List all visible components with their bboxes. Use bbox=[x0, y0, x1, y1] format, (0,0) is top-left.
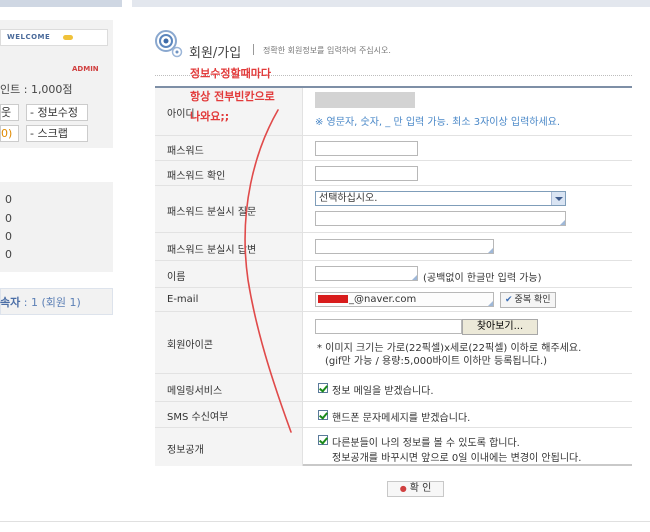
resize-corner-icon bbox=[488, 248, 493, 253]
edit-profile-button[interactable]: - 정보수정 bbox=[26, 104, 88, 121]
name-label: 이름 bbox=[167, 272, 186, 283]
public-info-text-2: 정보공개를 바꾸시면 앞으로 0일 이내에는 변경이 안됩니다. bbox=[332, 453, 582, 464]
welcome-text: WELCOME bbox=[7, 33, 51, 41]
annotation-line-2: 항상 전부빈칸으로 bbox=[190, 90, 275, 103]
stats-box bbox=[0, 182, 113, 272]
row-password-answer: 패스워드 분실시 답변 bbox=[155, 233, 632, 261]
resize-corner-icon bbox=[412, 275, 417, 280]
label-cell: 패스워드 분실시 답변 bbox=[155, 233, 303, 260]
points-text: 인트 : 1,000점 bbox=[0, 83, 73, 96]
public-info-label: 정보공개 bbox=[167, 445, 204, 456]
mailing-checkbox[interactable] bbox=[318, 383, 328, 393]
user-id-hint: ※ 영문자, 숫자, _ 만 입력 가능. 최소 3자이상 입력하세요. bbox=[315, 117, 561, 128]
page-title: 회원/가입 bbox=[189, 46, 242, 61]
password-confirm-label: 패스워드 확인 bbox=[167, 171, 226, 182]
member-icon-label: 회원아이콘 bbox=[167, 340, 213, 351]
title-divider bbox=[253, 44, 254, 55]
annotation-line-3: 나와요;; bbox=[190, 110, 230, 123]
password-question-select[interactable]: 선택하십시오. bbox=[315, 191, 566, 206]
confirm-button[interactable]: ● 확 인 bbox=[387, 481, 444, 497]
password-question-label: 패스워드 분실시 질문 bbox=[167, 207, 257, 218]
password-input[interactable] bbox=[315, 141, 418, 156]
member-icon-file-input[interactable] bbox=[315, 319, 462, 334]
row-password-question: 패스워드 분실시 질문 선택하십시오. bbox=[155, 186, 632, 233]
top-bar-left bbox=[0, 0, 122, 7]
mailing-label: 메일링서비스 bbox=[167, 386, 223, 397]
mailing-text: 정보 메일을 받겠습니다. bbox=[332, 386, 434, 397]
label-cell: 정보공개 bbox=[155, 428, 303, 466]
target-logo-icon bbox=[155, 30, 183, 58]
welcome-pill-icon bbox=[63, 35, 73, 40]
visitor-count: 속자 : 1 (회원 1) bbox=[0, 294, 81, 310]
stat-count: 0 bbox=[5, 230, 12, 243]
label-cell: 메일링서비스 bbox=[155, 374, 303, 401]
row-password: 패스워드 bbox=[155, 136, 632, 161]
footer-divider bbox=[0, 521, 650, 522]
email-value: _@naver.com bbox=[349, 294, 417, 305]
signup-form: 아이디 ※ 영문자, 숫자, _ 만 입력 가능. 최소 3자이상 입력하세요.… bbox=[155, 86, 632, 466]
sms-checkbox[interactable] bbox=[318, 410, 328, 420]
visitor-label: 속자 bbox=[0, 296, 21, 309]
name-input[interactable] bbox=[315, 266, 418, 281]
label-cell: 패스워드 확인 bbox=[155, 161, 303, 185]
row-mailing: 메일링서비스 정보 메일을 받겠습니다. bbox=[155, 374, 632, 402]
edit-profile-label: 정보수정 bbox=[37, 106, 78, 119]
welcome-banner: WELCOME bbox=[0, 29, 108, 46]
public-info-checkbox[interactable] bbox=[318, 435, 328, 445]
bullet-icon: ● bbox=[399, 484, 407, 493]
browse-button[interactable]: 찾아보기... bbox=[462, 319, 538, 335]
row-public-info: 정보공개 다른분들이 나의 정보를 볼 수 있도록 합니다. 정보공개를 바꾸시… bbox=[155, 428, 632, 466]
sms-label: SMS 수신여부 bbox=[167, 412, 229, 423]
public-info-text-1: 다른분들이 나의 정보를 볼 수 있도록 합니다. bbox=[332, 438, 520, 449]
check-icon: ✔ bbox=[505, 295, 513, 305]
label-cell: SMS 수신여부 bbox=[155, 402, 303, 427]
label-cell: 이름 bbox=[155, 261, 303, 287]
sidebar-button-3[interactable]: 0) bbox=[0, 125, 19, 142]
password-question-value: 선택하십시오. bbox=[319, 193, 378, 204]
stat-count: 0 bbox=[5, 212, 12, 225]
name-note: (공백없이 한글만 입력 가능) bbox=[423, 273, 542, 284]
top-bar-right bbox=[132, 0, 650, 7]
user-id-field[interactable] bbox=[315, 92, 416, 108]
scrap-label: 스크랩 bbox=[37, 127, 68, 140]
label-cell: 패스워드 bbox=[155, 136, 303, 160]
password-confirm-input[interactable] bbox=[315, 166, 418, 181]
resize-corner-icon bbox=[488, 301, 493, 306]
label-cell: E-mail bbox=[155, 288, 303, 311]
page-subtitle: 정확한 회원정보를 입력하여 주십시오. bbox=[263, 46, 391, 55]
sidebar-button-1[interactable]: 웃 bbox=[0, 104, 19, 121]
label-cell: 패스워드 분실시 질문 bbox=[155, 186, 303, 232]
redacted-id bbox=[315, 92, 415, 108]
password-label: 패스워드 bbox=[167, 146, 204, 157]
admin-badge[interactable]: ADMIN bbox=[72, 65, 99, 73]
chevron-down-icon[interactable] bbox=[551, 192, 565, 205]
row-password-confirm: 패스워드 확인 bbox=[155, 161, 632, 186]
row-sms: SMS 수신여부 핸드폰 문자메세지를 받겠습니다. bbox=[155, 402, 632, 428]
duplicate-check-label: 중복 확인 bbox=[514, 295, 551, 305]
email-input[interactable]: _@naver.com bbox=[315, 292, 494, 307]
password-answer-input[interactable] bbox=[315, 239, 494, 254]
visitor-value: : 1 (회원 1) bbox=[20, 296, 81, 309]
scrap-button[interactable]: - 스크랩 bbox=[26, 125, 88, 142]
stat-count: 0 bbox=[5, 193, 12, 206]
row-email: E-mail _@naver.com ✔ 중복 확인 bbox=[155, 288, 632, 312]
sms-text: 핸드폰 문자메세지를 받겠습니다. bbox=[332, 413, 471, 424]
row-name: 이름 (공백없이 한글만 입력 가능) bbox=[155, 261, 632, 288]
member-icon-note-2: (gif만 가능 / 용량:5,000바이트 이하만 등록됩니다.) bbox=[325, 356, 548, 367]
label-cell: 회원아이콘 bbox=[155, 312, 303, 373]
row-member-icon: 회원아이콘 찾아보기... * 이미지 크기는 가로(22픽셀)x세로(22픽셀… bbox=[155, 312, 632, 374]
annotation-line-1: 정보수정할때마다 bbox=[190, 67, 271, 80]
password-answer-label: 패스워드 분실시 답변 bbox=[167, 245, 257, 256]
confirm-label: 확 인 bbox=[409, 483, 432, 494]
password-question-custom-input[interactable] bbox=[315, 211, 566, 226]
redacted-email bbox=[318, 295, 348, 303]
resize-corner-icon bbox=[560, 220, 565, 225]
stat-count: 0 bbox=[5, 248, 12, 261]
duplicate-check-button[interactable]: ✔ 중복 확인 bbox=[500, 292, 556, 308]
email-label: E-mail bbox=[167, 294, 199, 305]
